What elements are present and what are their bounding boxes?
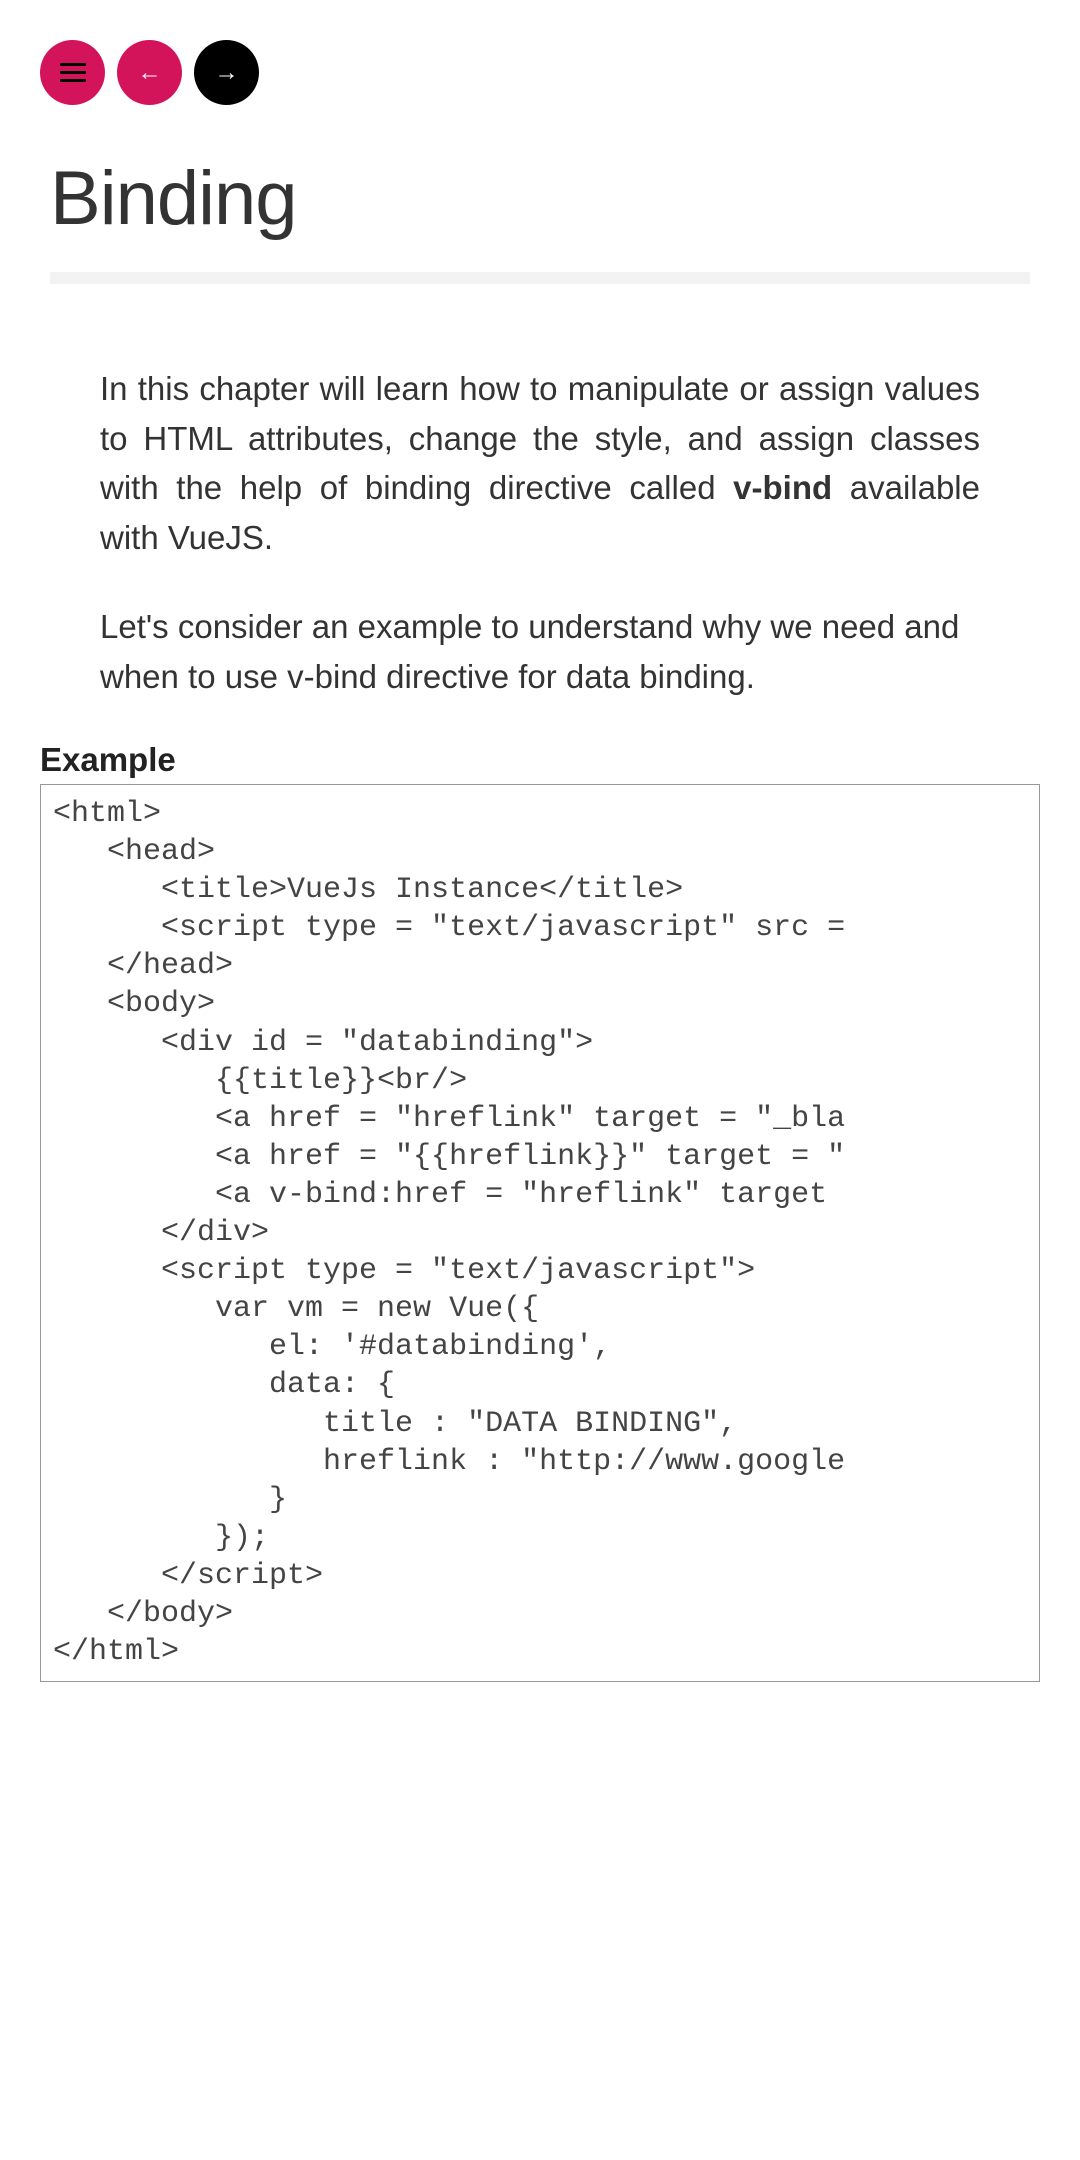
bottom-spacer xyxy=(0,1682,1080,1872)
page-title: Binding xyxy=(0,125,1080,272)
content-area: In this chapter will learn how to manipu… xyxy=(0,364,1080,701)
arrow-left-icon: ← xyxy=(138,59,162,87)
title-divider xyxy=(50,272,1030,284)
nav-buttons: ← → xyxy=(0,0,1080,125)
menu-button[interactable] xyxy=(40,40,105,105)
next-button[interactable]: → xyxy=(194,40,259,105)
intro-paragraph-1: In this chapter will learn how to manipu… xyxy=(100,364,980,562)
code-block: <html> <head> <title>VueJs Instance</tit… xyxy=(40,784,1040,1682)
intro-paragraph-2: Let's consider an example to understand … xyxy=(100,602,980,701)
arrow-right-icon: → xyxy=(215,59,239,87)
prev-button[interactable]: ← xyxy=(117,40,182,105)
p1-bold: v-bind xyxy=(733,469,832,506)
hamburger-icon xyxy=(60,63,86,82)
example-label: Example xyxy=(0,741,1080,779)
